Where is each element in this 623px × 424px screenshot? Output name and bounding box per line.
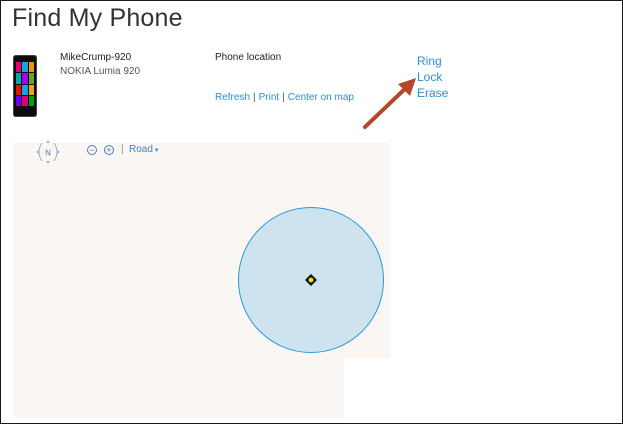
compass-north-label: N — [45, 149, 51, 158]
map-blank-area — [344, 358, 390, 418]
lock-link[interactable]: Lock — [417, 69, 448, 85]
ring-link[interactable]: Ring — [417, 53, 448, 69]
phone-tile — [16, 84, 22, 95]
phone-location-label: Phone location — [215, 52, 282, 63]
phone-tile — [16, 73, 22, 84]
map-style-dropdown[interactable]: Road ▾ — [129, 144, 158, 155]
erase-link[interactable]: Erase — [417, 85, 448, 101]
map-style-label: Road — [129, 144, 153, 155]
device-model: NOKIA Lumia 920 — [60, 66, 141, 77]
chevron-down-icon: ▾ — [154, 147, 159, 154]
phone-tile — [22, 95, 28, 106]
zoom-in-button[interactable]: + — [104, 145, 114, 155]
phone-actions: Ring Lock Erase — [417, 53, 448, 101]
phone-tile — [28, 62, 34, 73]
annotation-arrow-icon — [363, 78, 416, 129]
center-on-map-link[interactable]: Center on map — [288, 92, 354, 103]
phone-tile — [22, 62, 28, 73]
phone-tile — [16, 62, 22, 73]
phone-tile — [28, 84, 34, 95]
refresh-link[interactable]: Refresh — [215, 92, 250, 103]
link-separator: | — [282, 92, 285, 103]
map-navigation-control-icon[interactable]: N — [33, 139, 63, 165]
phone-tile — [16, 95, 22, 106]
device-name: MikeCrump-920 — [60, 52, 132, 63]
map-toolbar-separator: | — [121, 144, 124, 155]
phone-tile — [28, 95, 34, 106]
page-title: Find My Phone — [12, 4, 183, 32]
phone-image — [13, 55, 37, 117]
zoom-out-button[interactable]: − — [87, 145, 97, 155]
phone-tile — [22, 84, 28, 95]
print-link[interactable]: Print — [259, 92, 280, 103]
phone-tile — [28, 73, 34, 84]
location-pin-icon[interactable] — [305, 274, 317, 286]
link-separator: | — [253, 92, 256, 103]
phone-tile — [22, 73, 28, 84]
location-links: Refresh | Print | Center on map — [215, 92, 354, 103]
phone-screen — [16, 62, 34, 106]
